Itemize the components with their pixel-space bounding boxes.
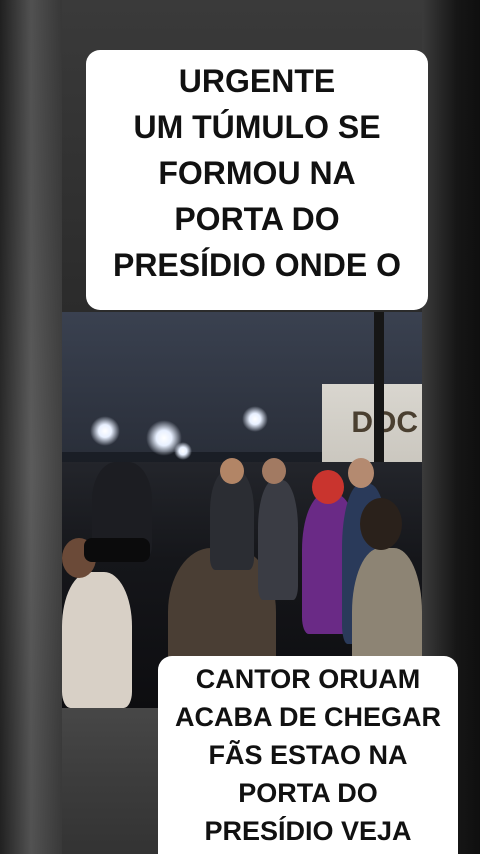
street-light xyxy=(242,406,268,432)
person-head xyxy=(262,458,286,484)
street-light xyxy=(90,416,120,446)
camera xyxy=(84,538,150,562)
caption-line: FÃS ESTAO NA xyxy=(208,740,408,770)
caption-line: FORMOU NA xyxy=(158,155,356,191)
person xyxy=(258,480,298,600)
person xyxy=(62,572,132,708)
caption-top: URGENTE UM TÚMULO SE FORMOU NA PORTA DO … xyxy=(86,50,428,310)
person-head xyxy=(220,458,244,484)
caption-line: ACABA DE CHEGAR xyxy=(174,702,441,732)
caption-line: PRESÍDIO ONDE O xyxy=(112,247,402,283)
building-sign: DOC xyxy=(351,406,418,439)
video-frame[interactable]: DOC xyxy=(62,312,422,708)
street-pole xyxy=(374,312,384,472)
street-light xyxy=(174,442,192,460)
person-head xyxy=(348,458,374,488)
blurred-background-left xyxy=(0,0,62,854)
caption-line: PRESÍDIO VEJA xyxy=(204,816,412,846)
caption-line: CANTOR ORUAM xyxy=(195,664,421,694)
caption-line: URGENTE xyxy=(178,63,336,99)
caption-line: PORTA DO xyxy=(174,201,340,237)
person-head xyxy=(312,470,344,504)
caption-line: PORTA DO xyxy=(238,778,378,808)
person-head xyxy=(360,498,402,550)
caption-bottom: CANTOR ORUAM ACABA DE CHEGAR FÃS ESTAO N… xyxy=(158,656,458,854)
caption-line: UM TÚMULO SE xyxy=(133,109,381,145)
person xyxy=(210,470,254,570)
